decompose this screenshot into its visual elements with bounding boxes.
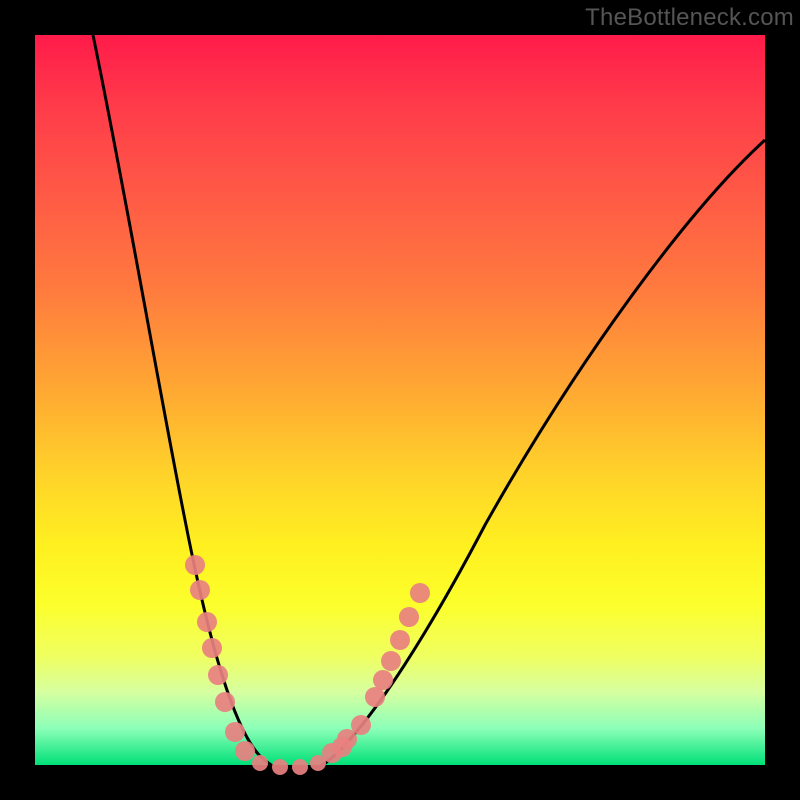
markers-group bbox=[185, 555, 430, 775]
data-point bbox=[197, 612, 217, 632]
data-point bbox=[225, 722, 245, 742]
data-point bbox=[292, 759, 308, 775]
curve-group bbox=[93, 35, 765, 773]
data-point bbox=[390, 630, 410, 650]
data-point bbox=[351, 715, 371, 735]
data-point bbox=[235, 741, 255, 761]
data-point bbox=[399, 607, 419, 627]
data-point bbox=[310, 755, 326, 771]
data-point bbox=[185, 555, 205, 575]
data-point bbox=[252, 755, 268, 771]
data-point bbox=[410, 583, 430, 603]
data-point bbox=[373, 670, 393, 690]
data-point bbox=[202, 638, 222, 658]
chart-frame: TheBottleneck.com bbox=[0, 0, 800, 800]
chart-svg bbox=[35, 35, 765, 765]
watermark-text: TheBottleneck.com bbox=[585, 4, 794, 32]
data-point bbox=[190, 580, 210, 600]
data-point bbox=[215, 692, 235, 712]
data-point bbox=[381, 651, 401, 671]
data-point bbox=[365, 687, 385, 707]
data-point bbox=[272, 759, 288, 775]
data-point bbox=[208, 665, 228, 685]
plot-area bbox=[35, 35, 765, 765]
bottleneck-curve bbox=[93, 35, 765, 773]
